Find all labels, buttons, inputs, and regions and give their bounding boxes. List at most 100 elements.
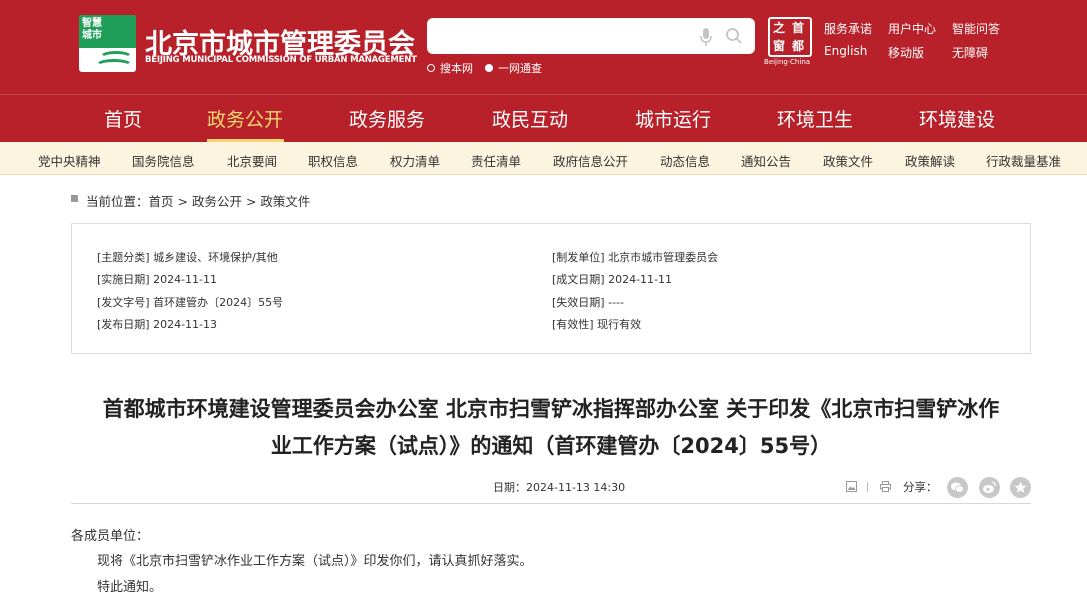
date-label: 日期： <box>493 481 526 494</box>
weibo-icon <box>983 481 996 493</box>
subnav-gov-info-open[interactable]: 政府信息公开 <box>553 151 628 170</box>
nav-gov-affairs-open[interactable]: 政务公开 <box>207 105 283 132</box>
print-icon[interactable] <box>880 481 891 492</box>
breadcrumb-sep: > <box>173 194 192 209</box>
article-title: 首都城市环境建设管理委员会办公室 北京市扫雪铲冰指挥部办公室 关于印发《北京市扫… <box>71 391 1031 465</box>
document-meta-box: [主题分类] 城乡建设、环境保护/其他 [实施日期] 2024-11-11 [发… <box>71 223 1031 354</box>
capital-window-seal[interactable]: 之 首 窗 都 <box>768 17 812 57</box>
meta-label: [失效日期] <box>552 296 605 309</box>
meta-value: ---- <box>608 296 624 309</box>
meta-value: 首环建管办〔2024〕55号 <box>153 296 284 309</box>
sub-nav: 党中央精神 国务院信息 北京要闻 职权信息 权力清单 责任清单 政府信息公开 动… <box>0 142 1087 175</box>
subnav-beijing-news[interactable]: 北京要闻 <box>227 151 277 170</box>
subnav-notices[interactable]: 通知公告 <box>741 151 791 170</box>
search-option-all[interactable]: 一网通查 <box>485 60 542 76</box>
meta-value: 城乡建设、环境保护/其他 <box>153 251 278 264</box>
meta-value: 2024-11-13 <box>153 318 218 331</box>
nav-sanitation[interactable]: 环境卫生 <box>777 105 853 132</box>
meta-label: [发文字号] <box>97 296 150 309</box>
site-name-en: BEIJING MUNICIPAL COMMISSION OF URBAN MA… <box>145 55 417 65</box>
wechat-icon <box>951 482 964 493</box>
meta-label: [制发单位] <box>552 251 605 264</box>
meta-value: 2024-11-11 <box>153 273 218 286</box>
meta-value: 2024-11-11 <box>608 273 673 286</box>
microphone-icon[interactable] <box>699 27 713 47</box>
search-option-label: 搜本网 <box>440 62 473 75</box>
share-label: 分享： <box>903 480 938 494</box>
logo-text: 智慧 城市 <box>82 18 112 42</box>
subnav-dynamic-info[interactable]: 动态信息 <box>660 151 710 170</box>
link-service-promise[interactable]: 服务承诺 <box>824 20 872 37</box>
link-smart-qa[interactable]: 智能问答 <box>952 20 1000 37</box>
meta-value: 现行有效 <box>597 318 642 331</box>
subnav-power-list[interactable]: 权力清单 <box>390 151 440 170</box>
breadcrumb-sep: > <box>241 194 261 209</box>
meta-publish-date: [发布日期] 2024-11-13 <box>97 316 217 332</box>
subnav-state-council[interactable]: 国务院信息 <box>132 151 195 170</box>
nav-interaction[interactable]: 政民互动 <box>492 105 568 132</box>
breadcrumb-policy-docs[interactable]: 政策文件 <box>260 194 310 209</box>
toolbar-divider <box>867 482 868 492</box>
breadcrumb-prefix: 当前位置： <box>86 194 149 209</box>
article-date: 日期：2024-11-13 14:30 <box>493 479 625 495</box>
search-option-site[interactable]: 搜本网 <box>427 60 473 76</box>
logo-arc <box>95 59 133 72</box>
wechat-share-button[interactable] <box>947 477 968 498</box>
seal-char: 都 <box>792 39 805 53</box>
meta-value: 北京市城市管理委员会 <box>608 251 719 264</box>
meta-topic: [主题分类] 城乡建设、环境保护/其他 <box>97 249 278 265</box>
nav-gov-services[interactable]: 政务服务 <box>349 105 425 132</box>
search-input[interactable] <box>437 24 687 48</box>
link-accessibility[interactable]: 无障碍 <box>952 44 988 61</box>
link-user-center[interactable]: 用户中心 <box>888 20 936 37</box>
meta-label: [有效性] <box>552 318 594 331</box>
article-closing: 特此通知。 <box>97 580 163 595</box>
logo-text-line1: 智慧 <box>82 18 102 29</box>
site-header: 智慧 城市 北京市城市管理委员会 BEIJING MUNICIPAL COMMI… <box>0 0 1087 94</box>
breadcrumb: 当前位置：首页 > 政务公开 > 政策文件 <box>86 191 310 210</box>
article-title-line2: 业工作方案（试点）》的通知（首环建管办〔2024〕55号） <box>270 434 832 458</box>
meta-label: [发布日期] <box>97 318 150 331</box>
meta-label: [成文日期] <box>552 273 605 286</box>
meta-issuer: [制发单位] 北京市城市管理委员会 <box>552 249 718 265</box>
nav-home[interactable]: 首页 <box>104 105 142 132</box>
subnav-central-spirit[interactable]: 党中央精神 <box>38 151 101 170</box>
radio-icon <box>427 64 435 72</box>
breadcrumb-gov-affairs-open[interactable]: 政务公开 <box>192 194 242 209</box>
subnav-policy-docs[interactable]: 政策文件 <box>823 151 873 170</box>
star-icon <box>1014 481 1027 493</box>
meta-label: [实施日期] <box>97 273 150 286</box>
logo-text-line2: 城市 <box>82 30 102 41</box>
breadcrumb-marker <box>71 195 78 202</box>
site-logo[interactable]: 智慧 城市 <box>79 15 136 72</box>
search-option-label: 一网通查 <box>498 62 542 75</box>
link-english[interactable]: English <box>824 44 867 58</box>
meta-expiry-date: [失效日期] ---- <box>552 294 624 310</box>
search-icon[interactable] <box>725 27 743 45</box>
subnav-discretion-standards[interactable]: 行政裁量基准 <box>986 151 1061 170</box>
nav-environment-construction[interactable]: 环境建设 <box>919 105 995 132</box>
seal-en-text: Beijing·China <box>764 58 811 66</box>
meta-doc-number: [发文字号] 首环建管办〔2024〕55号 <box>97 294 283 310</box>
meta-validity: [有效性] 现行有效 <box>552 316 641 332</box>
date-value: 2024-11-13 14:30 <box>526 481 626 494</box>
meta-written-date: [成文日期] 2024-11-11 <box>552 271 672 287</box>
article-divider <box>71 503 1031 504</box>
seal-char: 窗 <box>773 39 786 53</box>
radio-icon <box>485 64 493 72</box>
subnav-responsibility-list[interactable]: 责任清单 <box>471 151 521 170</box>
seal-char: 首 <box>792 21 805 35</box>
meta-effective-date: [实施日期] 2024-11-11 <box>97 271 217 287</box>
subnav-authority-info[interactable]: 职权信息 <box>308 151 358 170</box>
subnav-policy-interpretation[interactable]: 政策解读 <box>905 151 955 170</box>
breadcrumb-home[interactable]: 首页 <box>149 194 174 209</box>
image-icon[interactable] <box>846 481 857 492</box>
weibo-share-button[interactable] <box>979 477 1000 498</box>
link-mobile[interactable]: 移动版 <box>888 44 924 61</box>
favorite-share-button[interactable] <box>1010 477 1031 498</box>
nav-city-operation[interactable]: 城市运行 <box>635 105 711 132</box>
article-salutation: 各成员单位： <box>71 529 150 544</box>
article-title-line1: 首都城市环境建设管理委员会办公室 北京市扫雪铲冰指挥部办公室 关于印发《北京市扫… <box>102 397 1000 421</box>
meta-label: [主题分类] <box>97 251 150 264</box>
seal-char: 之 <box>773 21 786 35</box>
